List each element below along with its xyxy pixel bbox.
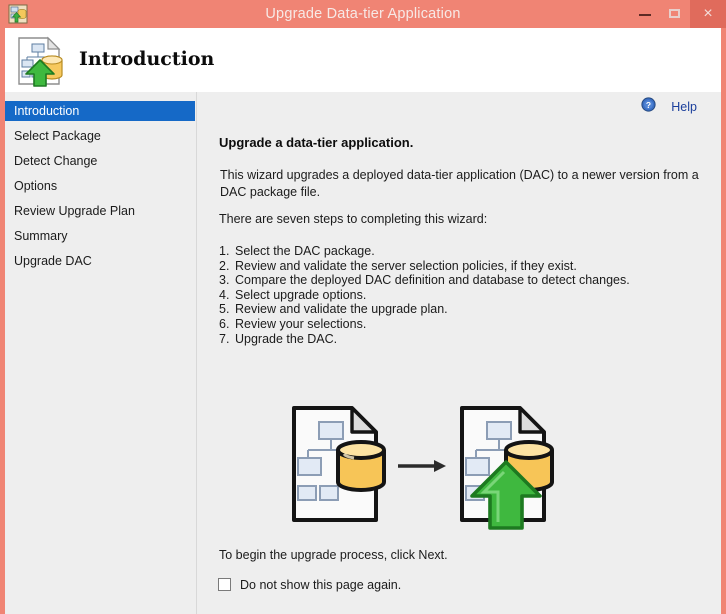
upgrade-illustration <box>284 400 584 535</box>
list-item: 4. Select upgrade options. <box>219 288 689 303</box>
sidebar-item-upgrade-dac[interactable]: Upgrade DAC <box>5 251 195 271</box>
steps-intro-text: There are seven steps to completing this… <box>219 212 488 226</box>
step-number: 1. <box>219 244 230 258</box>
step-number: 6. <box>219 316 230 331</box>
sidebar-item-select-package[interactable]: Select Package <box>5 126 195 146</box>
do-not-show-again-label: Do not show this page again. <box>240 578 402 592</box>
step-text: Select upgrade options. <box>235 287 367 302</box>
list-item: 1. Select the DAC package. <box>219 244 689 259</box>
wizard-step-sidebar: Introduction Select Package Detect Chang… <box>5 92 197 614</box>
sidebar-item-introduction[interactable]: Introduction <box>5 101 195 121</box>
close-button[interactable]: × <box>690 0 726 28</box>
step-number: 3. <box>219 273 230 288</box>
help-circle-icon[interactable]: ? <box>641 97 656 112</box>
window-title: Upgrade Data-tier Application <box>265 6 461 22</box>
list-item: 7. Upgrade the DAC. <box>219 332 689 347</box>
page-header: Introduction <box>5 28 721 92</box>
step-text: Review and validate the upgrade plan. <box>235 302 448 317</box>
step-number: 7. <box>219 331 230 346</box>
maximize-icon <box>669 9 680 18</box>
svg-text:?: ? <box>646 100 651 110</box>
step-number: 2. <box>219 258 230 273</box>
step-text: Review and validate the server selection… <box>235 258 577 273</box>
upgrade-data-tier-application-window: Upgrade Data-tier Application × Introduc… <box>0 0 726 614</box>
dac-package-database-upgrade-icon <box>460 406 554 530</box>
page-title: Introduction <box>79 48 215 70</box>
content-paragraph: This wizard upgrades a deployed data-tie… <box>220 168 699 199</box>
minimize-icon <box>639 14 651 16</box>
sidebar-item-review-upgrade-plan[interactable]: Review Upgrade Plan <box>5 201 195 221</box>
right-arrow-icon <box>398 460 446 472</box>
step-text: Review your selections. <box>235 316 367 331</box>
list-item: 5. Review and validate the upgrade plan. <box>219 302 689 317</box>
content-heading: Upgrade a data-tier application. <box>219 135 414 150</box>
dac-package-database-upgrade-icon <box>14 34 68 88</box>
step-text: Compare the deployed DAC definition and … <box>235 273 630 288</box>
list-item: 2. Review and validate the server selecti… <box>219 259 689 274</box>
sidebar-item-summary[interactable]: Summary <box>5 226 195 246</box>
title-bar: Upgrade Data-tier Application × <box>0 0 726 28</box>
steps-list: 1. Select the DAC package. 2. Review and v… <box>219 244 689 346</box>
step-number: 5. <box>219 302 230 317</box>
list-item: 6. Review your selections. <box>219 317 689 332</box>
step-number: 4. <box>219 287 230 302</box>
step-text: Upgrade the DAC. <box>235 331 338 346</box>
main-content-panel: ? Help Upgrade a data-tier application. … <box>198 92 721 614</box>
minimize-button[interactable] <box>630 0 660 28</box>
close-icon: × <box>703 5 713 22</box>
list-item: 3. Compare the deployed DAC definition an… <box>219 273 689 288</box>
help-link[interactable]: Help <box>671 99 697 115</box>
sidebar-item-options[interactable]: Options <box>5 176 195 196</box>
dac-package-database-icon <box>292 406 386 522</box>
sidebar-item-detect-change[interactable]: Detect Change <box>5 151 195 171</box>
step-text: Select the DAC package. <box>235 244 375 258</box>
do-not-show-again-checkbox[interactable] <box>218 578 231 591</box>
footer-note: To begin the upgrade process, click Next… <box>219 548 448 562</box>
maximize-button[interactable] <box>660 0 690 28</box>
window-body: Introduction Select Package Detect Chang… <box>5 92 721 614</box>
